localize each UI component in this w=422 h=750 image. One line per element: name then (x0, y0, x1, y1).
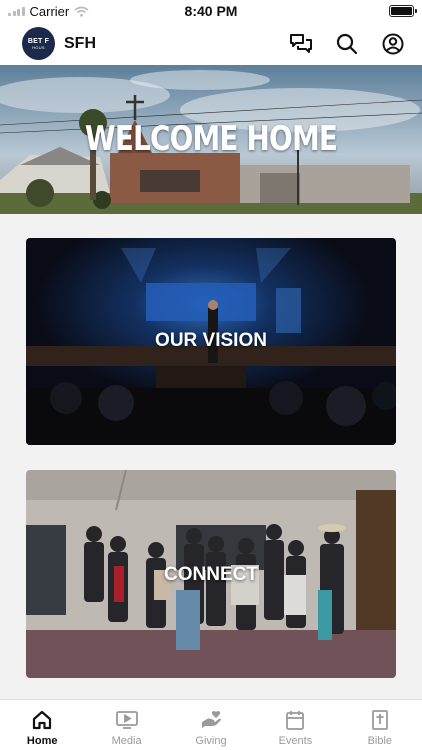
signal-icon (8, 6, 25, 16)
nav-item-giving[interactable]: Giving (169, 700, 253, 750)
hero-banner[interactable]: WELCOME HOME (0, 65, 422, 214)
chat-icon (290, 33, 312, 53)
nav-label-media: Media (111, 735, 142, 747)
nav-label-home: Home (26, 735, 58, 747)
nav-item-home[interactable]: Home (0, 700, 84, 750)
nav-label-events: Events (278, 735, 313, 747)
profile-button[interactable] (380, 31, 406, 57)
calendar-icon (286, 711, 305, 730)
church-logo[interactable]: BET F HOUS (22, 27, 55, 60)
bottom-nav: Home Media Giving Events Bible (0, 699, 422, 750)
connect-label: CONNECT (164, 564, 258, 585)
battery-fill (391, 7, 412, 15)
app-header: BET F HOUS SFH (0, 22, 422, 65)
nav-item-events[interactable]: Events (253, 700, 337, 750)
giving-hand-icon (202, 711, 222, 728)
bible-icon (371, 710, 388, 730)
home-icon (33, 710, 52, 730)
search-button[interactable] (334, 31, 360, 57)
header-actions (288, 31, 406, 57)
chat-button[interactable] (288, 31, 314, 57)
carrier-label: Carrier (29, 3, 70, 19)
logo-subtext: HOUS (32, 44, 45, 50)
our-vision-label: OUR VISION (155, 330, 267, 351)
wifi-icon (74, 6, 89, 17)
battery-icon (389, 5, 417, 17)
nav-item-bible[interactable]: Bible (338, 700, 422, 750)
nav-label-giving: Giving (195, 735, 227, 747)
app-title: SFH (64, 34, 96, 52)
play-screen-icon (115, 711, 138, 729)
search-icon (336, 33, 358, 54)
status-left: Carrier (8, 4, 89, 19)
profile-icon (382, 33, 404, 54)
our-vision-card[interactable]: OUR VISION (26, 238, 396, 445)
status-bar: Carrier 8:40 PM (0, 0, 422, 22)
connect-card[interactable]: CONNECT (26, 470, 396, 678)
nav-label-bible: Bible (367, 735, 393, 747)
nav-item-media[interactable]: Media (84, 700, 168, 750)
logo-text: BET F (27, 37, 50, 45)
hero-title: WELCOME HOME (84, 119, 338, 159)
